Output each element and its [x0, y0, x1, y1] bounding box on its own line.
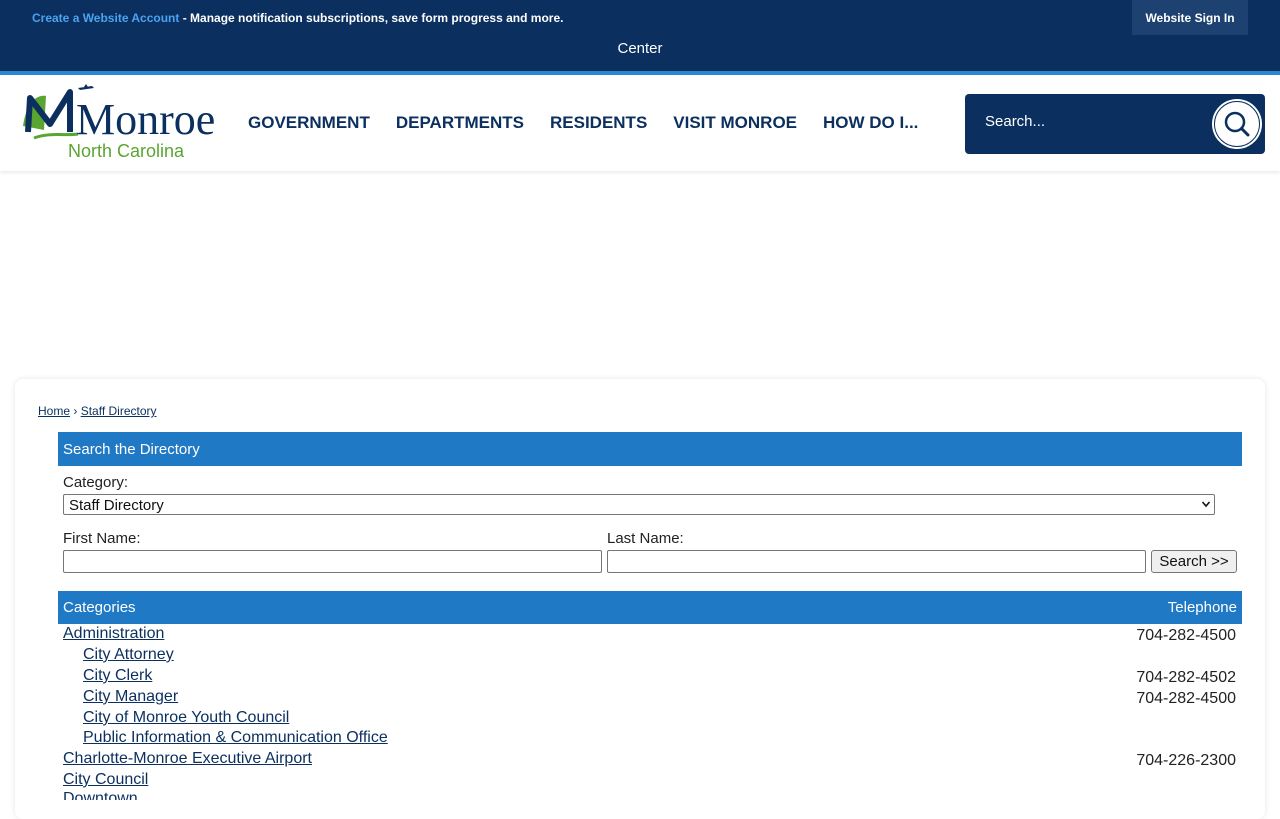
- nav-residents[interactable]: RESIDENTS: [550, 113, 647, 133]
- alert-strip-text[interactable]: Center: [0, 40, 1280, 57]
- search-panel-header: Search the Directory: [58, 432, 1242, 466]
- category-link[interactable]: City Clerk: [83, 667, 152, 685]
- logo-m-mark: [23, 89, 79, 140]
- search-panel-title: Search the Directory: [63, 441, 200, 458]
- category-label: Category:: [63, 474, 129, 491]
- category-phone: 704-282-4500: [1136, 690, 1236, 707]
- category-link[interactable]: City Council: [63, 771, 148, 789]
- logo-subtitle: North Carolina: [68, 141, 185, 161]
- category-link[interactable]: City Attorney: [83, 646, 174, 664]
- category-phone: 704-282-4500: [1136, 627, 1236, 644]
- telephone-column-header: Telephone: [1167, 599, 1237, 616]
- directory-row: City of Monroe Youth Council: [0, 709, 1280, 730]
- category-link[interactable]: City Manager: [83, 688, 178, 706]
- site-search-input[interactable]: [985, 113, 1165, 130]
- site-header: Monroe North Carolina GOVERNMENT DEPARTM…: [0, 75, 1280, 171]
- site-search: [965, 94, 1265, 154]
- directory-row: Downtown: [0, 790, 1280, 800]
- category-select[interactable]: Staff Directory: [63, 494, 1215, 515]
- directory-row: Public Information & Communication Offic…: [0, 729, 1280, 750]
- create-account-link[interactable]: Create a Website Account: [32, 11, 179, 25]
- top-utility-bar: Create a Website Account - Manage notifi…: [0, 0, 1280, 36]
- first-name-input[interactable]: [63, 550, 602, 573]
- first-name-label: First Name:: [63, 530, 141, 547]
- main-navigation: GOVERNMENT DEPARTMENTS RESIDENTS VISIT M…: [248, 113, 944, 133]
- nav-how-do-i[interactable]: HOW DO I...: [823, 113, 918, 133]
- nav-visit-monroe[interactable]: VISIT MONROE: [673, 113, 797, 133]
- magnifier-icon: [1224, 111, 1250, 137]
- category-link[interactable]: Public Information & Communication Offic…: [83, 729, 388, 747]
- breadcrumb-separator: ›: [70, 404, 81, 418]
- category-select-value: Staff Directory: [69, 497, 164, 514]
- site-search-button[interactable]: [1214, 101, 1260, 147]
- account-promo-message: - Manage notification subscriptions, sav…: [179, 11, 564, 25]
- category-link[interactable]: Downtown: [63, 790, 138, 800]
- logo-wordmark: Monroe: [76, 95, 215, 144]
- breadcrumb-staff-directory[interactable]: Staff Directory: [81, 404, 157, 418]
- categories-column-header: Categories: [63, 599, 136, 616]
- breadcrumb: Home › Staff Directory: [38, 404, 157, 418]
- directory-row: City Manager 704-282-4500: [0, 688, 1280, 709]
- account-promo: Create a Website Account - Manage notifi…: [32, 11, 563, 25]
- category-link[interactable]: Administration: [63, 625, 164, 643]
- directory-row: City Clerk 704-282-4502: [0, 667, 1280, 688]
- directory-row: Charlotte-Monroe Executive Airport 704-2…: [0, 750, 1280, 771]
- breadcrumb-home[interactable]: Home: [38, 404, 70, 418]
- monroe-logo[interactable]: Monroe North Carolina: [20, 84, 215, 164]
- directory-search-button[interactable]: Search >>: [1151, 550, 1237, 573]
- category-phone: 704-282-4502: [1136, 669, 1236, 686]
- category-link[interactable]: City of Monroe Youth Council: [83, 709, 289, 727]
- directory-row: Administration 704-282-4500: [0, 625, 1280, 646]
- nav-departments[interactable]: DEPARTMENTS: [396, 113, 524, 133]
- last-name-input[interactable]: [607, 550, 1146, 573]
- directory-row: City Council: [0, 771, 1280, 792]
- nav-government[interactable]: GOVERNMENT: [248, 113, 370, 133]
- last-name-label: Last Name:: [607, 530, 684, 547]
- category-phone: 704-226-2300: [1136, 752, 1236, 769]
- alert-strip: Center: [0, 36, 1280, 71]
- directory-row: City Attorney: [0, 646, 1280, 667]
- chevron-down-icon: [1202, 501, 1210, 508]
- directory-table-header: Categories Telephone: [58, 591, 1242, 624]
- website-sign-in-button[interactable]: Website Sign In: [1132, 0, 1248, 35]
- category-link[interactable]: Charlotte-Monroe Executive Airport: [63, 750, 312, 768]
- airplane-icon: [78, 84, 94, 90]
